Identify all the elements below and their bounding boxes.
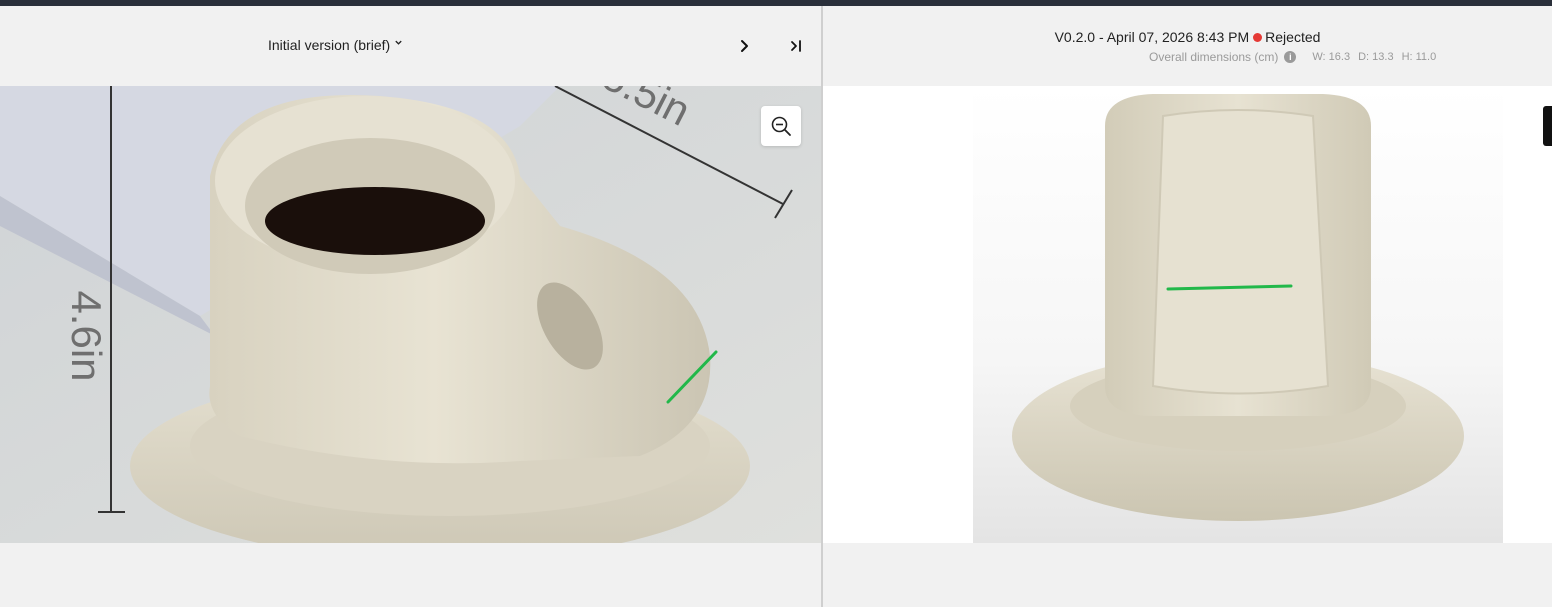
dimensions-label: Overall dimensions (cm) — [1149, 50, 1279, 64]
version-info: V0.2.0 - April 07, 2026 8:43 PM Rejected — [823, 29, 1552, 45]
side-panel-tab[interactable] — [1543, 106, 1552, 146]
zoom-out-icon — [771, 116, 791, 136]
version-selector[interactable]: Initial version (brief) — [268, 37, 403, 53]
reference-image: 4.6in 5.5in — [0, 86, 821, 543]
dimension-width: W: 16.3 — [1312, 51, 1351, 63]
version-label: V0.2.0 - April 07, 2026 8:43 PM — [1054, 29, 1250, 45]
zoom-out-button[interactable] — [761, 106, 801, 146]
info-icon[interactable]: i — [1284, 51, 1297, 63]
right-panel-header: V0.2.0 - April 07, 2026 8:43 PM Rejected … — [823, 6, 1552, 86]
last-version-button[interactable] — [788, 36, 806, 56]
dimension-depth: D: 13.3 — [1358, 51, 1394, 63]
version-selector-label: Initial version (brief) — [268, 37, 391, 53]
status-label: Rejected — [1265, 29, 1321, 45]
status-dot — [1253, 33, 1263, 42]
render-image — [823, 86, 1552, 543]
chevron-right-icon — [741, 40, 748, 52]
dimensions-row: Overall dimensions (cm) i W: 16.3 D: 13.… — [1149, 50, 1436, 64]
chevron-down-icon — [394, 38, 403, 50]
left-panel-header: Initial version (brief) — [0, 6, 821, 86]
height-label: 4.6in — [63, 290, 110, 381]
dimension-height: H: 11.0 — [1401, 51, 1437, 63]
skip-to-end-icon — [791, 40, 801, 52]
next-version-button[interactable] — [736, 36, 754, 56]
